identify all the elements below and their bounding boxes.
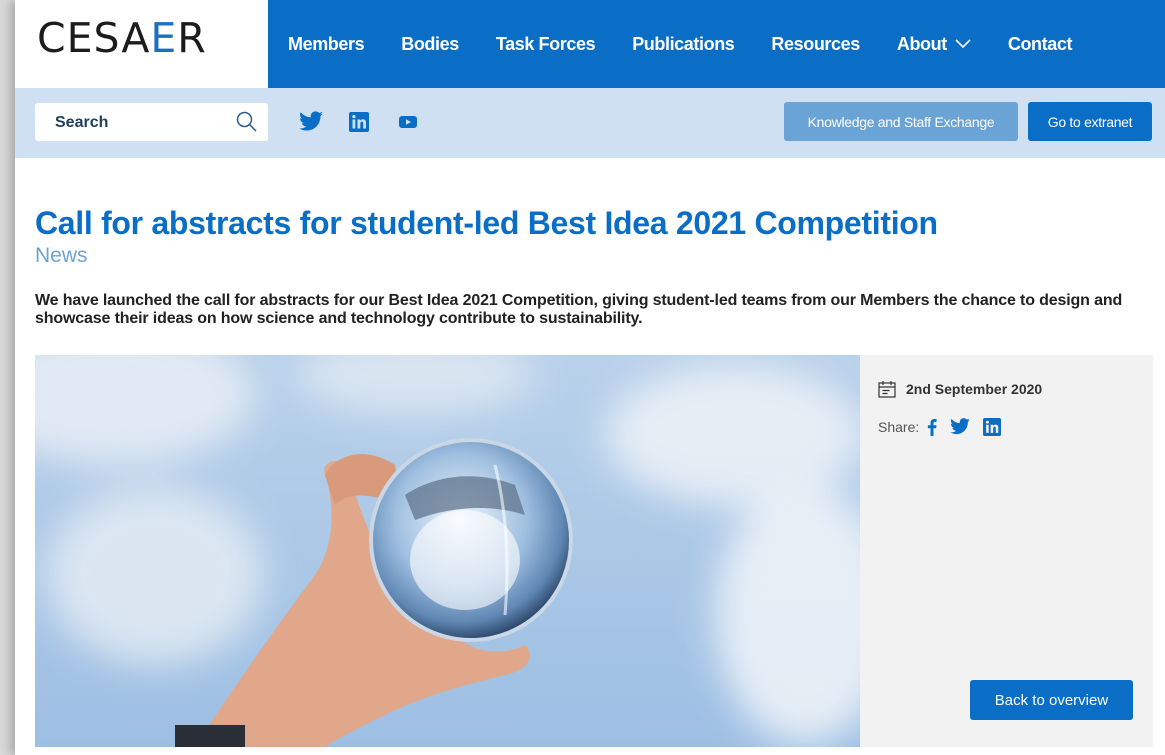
- share-label: Share:: [878, 419, 920, 435]
- nav-publications[interactable]: Publications: [632, 34, 735, 55]
- logo[interactable]: CESAER: [37, 14, 207, 62]
- linkedin-icon[interactable]: [349, 110, 369, 134]
- nav-bodies[interactable]: Bodies: [401, 34, 459, 55]
- header: CESAER Members Bodies Task Forces Public…: [15, 0, 1165, 88]
- page: CESAER Members Bodies Task Forces Public…: [15, 0, 1165, 755]
- back-to-overview-button[interactable]: Back to overview: [970, 680, 1133, 720]
- nav-task-forces[interactable]: Task Forces: [496, 34, 596, 55]
- secondary-bar: Search Knowledge and Staff Exchange Go t…: [15, 88, 1165, 158]
- search-input[interactable]: Search: [35, 103, 268, 141]
- nav-contact[interactable]: Contact: [1008, 34, 1073, 55]
- page-title: Call for abstracts for student-led Best …: [35, 205, 938, 241]
- chevron-down-icon: [955, 39, 971, 49]
- search-icon[interactable]: [235, 110, 259, 134]
- article-meta-panel: 2nd September 2020 Share: Back to overvi…: [860, 355, 1153, 747]
- knowledge-staff-exchange-button[interactable]: Knowledge and Staff Exchange: [784, 102, 1018, 141]
- linkedin-share-icon[interactable]: [983, 418, 1002, 436]
- twitter-icon[interactable]: [298, 110, 324, 134]
- article-category: News: [35, 244, 88, 267]
- search-label: Search: [55, 114, 109, 131]
- date-row: 2nd September 2020: [878, 380, 1042, 398]
- twitter-share-icon[interactable]: [949, 418, 971, 436]
- nav-resources[interactable]: Resources: [771, 34, 860, 55]
- share-row: Share:: [878, 418, 1013, 436]
- logo-box[interactable]: CESAER: [15, 0, 268, 88]
- main-nav: Members Bodies Task Forces Publications …: [268, 0, 1165, 88]
- nav-members[interactable]: Members: [288, 34, 365, 55]
- hero-image: [35, 355, 860, 747]
- hero-illustration: [35, 355, 860, 747]
- extranet-button[interactable]: Go to extranet: [1028, 102, 1152, 141]
- calendar-icon: [878, 381, 896, 398]
- article-lead: We have launched the call for abstracts …: [35, 292, 1123, 327]
- youtube-icon[interactable]: [399, 110, 417, 134]
- facebook-share-icon[interactable]: [927, 418, 937, 436]
- nav-about[interactable]: About: [897, 34, 971, 55]
- publish-date: 2nd September 2020: [906, 381, 1043, 397]
